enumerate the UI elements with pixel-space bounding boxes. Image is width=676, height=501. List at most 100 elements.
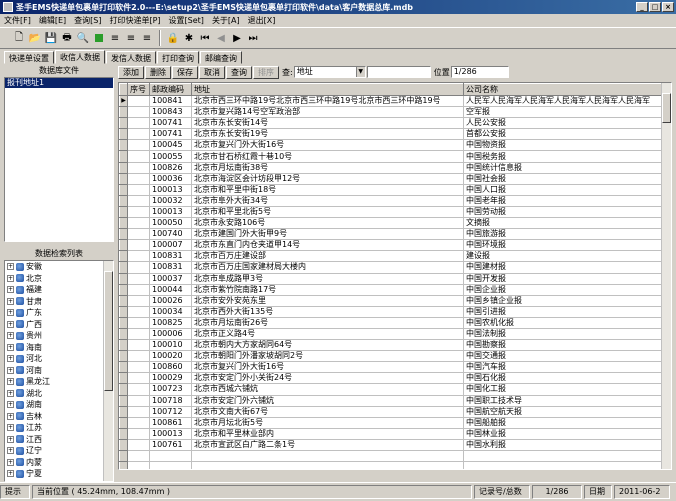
- cell-company[interactable]: 中国社会报: [463, 173, 663, 185]
- cell-index[interactable]: [127, 217, 150, 230]
- expand-icon[interactable]: +: [7, 389, 14, 397]
- tab-sender-data[interactable]: 发信人数据: [106, 51, 156, 64]
- cell-postcode[interactable]: 100026: [149, 295, 192, 307]
- cell-address[interactable]: 北京市西外大街135号: [191, 306, 464, 318]
- table-row[interactable]: [119, 449, 663, 463]
- cell-company[interactable]: [463, 461, 663, 469]
- next-record-icon[interactable]: ▶: [230, 31, 244, 45]
- expand-icon[interactable]: +: [7, 355, 14, 363]
- cell-index[interactable]: [127, 317, 150, 329]
- cell-postcode[interactable]: 100860: [149, 361, 192, 374]
- table-row[interactable]: 100831 北京市百万庄建设部 建设报: [119, 250, 663, 263]
- table-row[interactable]: 100843 北京市复兴路14号空军政治部 空军报: [119, 106, 663, 119]
- first-record-icon[interactable]: ⏮: [198, 31, 212, 45]
- tab-postcode-query[interactable]: 邮编查询: [200, 51, 242, 64]
- cell-postcode[interactable]: 100006: [149, 328, 192, 341]
- cell-company[interactable]: 中国引进报: [463, 306, 663, 318]
- cell-company[interactable]: 中国劳动报: [463, 206, 663, 219]
- cell-postcode[interactable]: 100045: [149, 139, 192, 152]
- menu-query[interactable]: 查询[S]: [70, 15, 105, 26]
- cell-address[interactable]: 北京市百万庄建设部: [191, 250, 464, 263]
- row-indicator[interactable]: [119, 283, 128, 296]
- cell-postcode[interactable]: 100718: [149, 395, 192, 407]
- cell-company[interactable]: 中国交通报: [463, 350, 663, 363]
- table-row[interactable]: 100741 北京市东长安街19号 首都公安报: [119, 128, 663, 141]
- cell-postcode[interactable]: 100036: [149, 173, 192, 185]
- table-row[interactable]: 100037 北京市阜成路甲3号 中国开发报: [119, 272, 663, 285]
- table-row[interactable]: 100825 北京市月坛南街26号 中国农机化报: [119, 316, 663, 329]
- cell-index[interactable]: [127, 228, 150, 241]
- row-indicator[interactable]: [119, 372, 128, 385]
- row-indicator[interactable]: [119, 272, 128, 285]
- column-header-postcode[interactable]: 邮政编码: [149, 83, 192, 96]
- row-indicator[interactable]: [119, 361, 128, 374]
- tree-node[interactable]: + 宁夏: [5, 468, 113, 480]
- cell-company[interactable]: 人民军人民海军人民海军人民海军人民海军人民海军: [463, 95, 663, 108]
- cell-postcode[interactable]: 100034: [149, 306, 192, 318]
- cell-index[interactable]: [127, 372, 150, 385]
- cell-postcode[interactable]: 100831: [149, 250, 192, 263]
- table-row[interactable]: 100020 北京市朝阳门外潘家坡胡同2号 中国交通报: [119, 350, 663, 363]
- cell-address[interactable]: 北京市东长安街14号: [191, 117, 464, 130]
- tree-node[interactable]: + 甘肃: [5, 296, 113, 308]
- cell-index[interactable]: [127, 195, 150, 207]
- table-row[interactable]: 100007 北京市东直门内仓夹道甲14号 中国环境报: [119, 239, 663, 252]
- table-row[interactable]: 100761 北京市宣武区白广路二条1号 中国水利报: [119, 438, 663, 452]
- tree-node[interactable]: + 湖北: [5, 388, 113, 400]
- table-row[interactable]: 100831 北京市百万庄国家建材局大楼内 中国建材报: [119, 261, 663, 274]
- menu-file[interactable]: 文件[F]: [0, 15, 35, 26]
- expand-icon[interactable]: +: [7, 435, 14, 443]
- row-indicator[interactable]: ▶: [119, 94, 128, 108]
- column-header-address[interactable]: 地址: [191, 83, 464, 96]
- row-indicator[interactable]: [119, 205, 128, 219]
- cell-address[interactable]: 北京市阜成路甲3号: [191, 273, 464, 285]
- cell-index[interactable]: [127, 261, 150, 274]
- cell-index[interactable]: [127, 350, 150, 363]
- cell-index[interactable]: [127, 150, 150, 163]
- row-indicator[interactable]: [119, 139, 128, 152]
- expand-icon[interactable]: +: [7, 412, 14, 420]
- cell-index[interactable]: [127, 250, 150, 263]
- green-block-icon[interactable]: [92, 31, 106, 45]
- table-row[interactable]: 100034 北京市西外大街135号 中国引进报: [119, 305, 663, 318]
- maximize-button[interactable]: □: [649, 2, 661, 12]
- cell-index[interactable]: [127, 117, 150, 130]
- cell-company[interactable]: 中国船舶报: [463, 417, 663, 429]
- cell-index[interactable]: [127, 206, 150, 219]
- cell-postcode[interactable]: 100020: [149, 350, 192, 363]
- cell-address[interactable]: 北京市和平里中街18号: [191, 184, 464, 196]
- cell-index[interactable]: [127, 184, 150, 196]
- tree-node[interactable]: + 北京: [5, 273, 113, 285]
- cell-address[interactable]: 北京市阜外大街34号: [191, 195, 464, 207]
- align-left-icon[interactable]: ≡: [108, 31, 122, 45]
- scrollbar-thumb[interactable]: [662, 93, 671, 123]
- cell-postcode[interactable]: 100831: [149, 261, 192, 274]
- menu-about[interactable]: 关于[A]: [208, 15, 244, 26]
- table-row[interactable]: 100013 北京市和平里林业部内 中国林业报: [119, 427, 663, 440]
- tree-scrollbar[interactable]: [103, 261, 113, 481]
- cell-company[interactable]: 中国乡镇企业报: [463, 295, 663, 307]
- table-row[interactable]: 100740 北京市建国门外大街甲9号 中国旅游报: [119, 228, 663, 241]
- minimize-button[interactable]: _: [636, 2, 648, 12]
- cell-company[interactable]: 中国法制报: [463, 328, 663, 341]
- cell-company[interactable]: 中国人口报: [463, 184, 663, 196]
- expand-icon[interactable]: +: [7, 332, 14, 340]
- cell-address[interactable]: 北京市安定门外小关街24号: [191, 372, 464, 385]
- menu-print[interactable]: 打印快递单[P]: [105, 15, 164, 26]
- tree-node[interactable]: + 江苏: [5, 422, 113, 434]
- cell-company[interactable]: 中国开发报: [463, 273, 663, 285]
- cell-postcode[interactable]: 100013: [149, 206, 192, 219]
- cell-postcode[interactable]: [149, 450, 192, 463]
- cell-company[interactable]: 中国企业报: [463, 284, 663, 296]
- row-indicator[interactable]: [119, 172, 128, 185]
- cell-postcode[interactable]: 100010: [149, 339, 192, 352]
- table-row[interactable]: ▶ 100841 北京市西三环中路19号北京市西三环中路19号北京市西三环中路19号…: [119, 94, 663, 108]
- expand-icon[interactable]: +: [7, 470, 14, 478]
- cell-address[interactable]: 北京市安定门外六铺炕: [191, 395, 464, 407]
- tree-node[interactable]: + 福建: [5, 284, 113, 296]
- cell-index[interactable]: [127, 361, 150, 374]
- cell-index[interactable]: [127, 128, 150, 141]
- cell-postcode[interactable]: 100032: [149, 195, 192, 207]
- cell-company[interactable]: 中国税务报: [463, 150, 663, 163]
- table-row[interactable]: 100860 北京市复兴门外大街16号 中国汽车报: [119, 361, 663, 374]
